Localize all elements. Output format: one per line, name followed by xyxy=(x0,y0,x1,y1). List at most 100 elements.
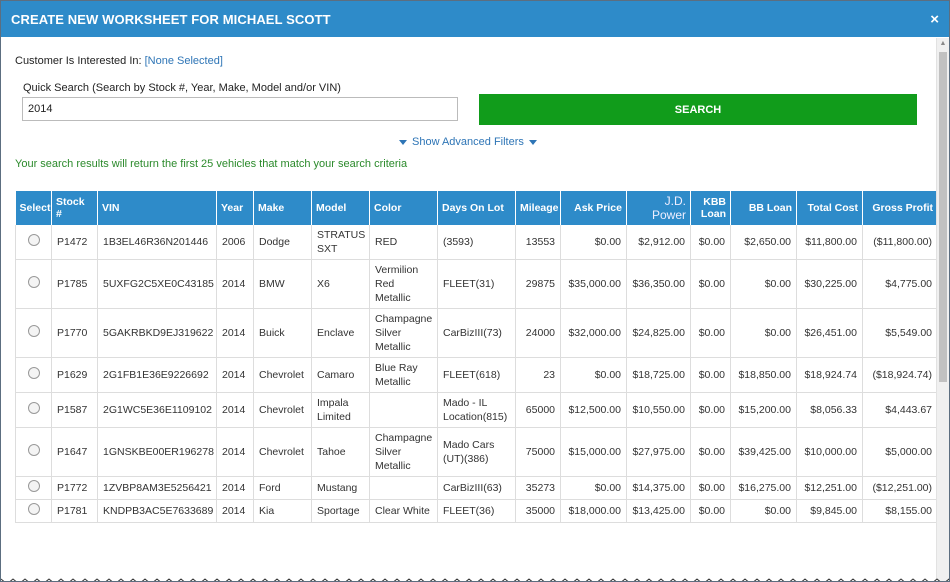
table-cell: $10,550.00 xyxy=(626,392,691,428)
table-cell: $2,912.00 xyxy=(626,225,691,260)
table-cell: (3593) xyxy=(437,225,516,260)
table-cell: $0.00 xyxy=(690,427,731,477)
select-radio[interactable] xyxy=(27,444,40,456)
select-cell xyxy=(15,476,52,500)
select-radio[interactable] xyxy=(27,503,40,515)
table-cell: Chevrolet xyxy=(253,392,312,428)
column-header-total-cost[interactable]: Total Cost xyxy=(796,191,863,225)
column-header-j-d-power[interactable]: J.D. Power xyxy=(626,191,691,225)
select-radio[interactable] xyxy=(27,325,40,337)
table-cell: FLEET(31) xyxy=(437,259,516,309)
table-cell: 75000 xyxy=(515,427,561,477)
column-header-days-on-lot[interactable]: Days On Lot xyxy=(437,191,516,225)
scroll-up-icon[interactable]: ▲ xyxy=(937,38,949,50)
table-cell: 5UXFG2C5XE0C43185 xyxy=(97,259,217,309)
table-cell: ($11,800.00) xyxy=(862,225,937,260)
column-header-ask-price[interactable]: Ask Price xyxy=(560,191,627,225)
table-cell: $16,275.00 xyxy=(730,476,797,500)
column-header-year[interactable]: Year xyxy=(216,191,254,225)
table-cell: P1772 xyxy=(51,476,98,500)
table-cell: Buick xyxy=(253,308,312,358)
column-header-vin[interactable]: VIN xyxy=(97,191,217,225)
table-cell: $8,155.00 xyxy=(862,499,937,523)
table-row[interactable]: P1770 5GAKRBKD9EJ319622 2014 Buick Enclave Ch… xyxy=(15,308,937,358)
table-row[interactable]: P1772 1ZVBP8AM3E5256421 2014 Ford Mustang Car… xyxy=(15,476,937,500)
table-cell: P1647 xyxy=(51,427,98,477)
table-cell: $14,375.00 xyxy=(626,476,691,500)
close-icon[interactable]: × xyxy=(930,12,939,27)
interest-label: Customer Is Interested In: xyxy=(15,55,145,67)
column-header-color[interactable]: Color xyxy=(369,191,438,225)
search-button[interactable]: SEARCH xyxy=(479,94,917,125)
table-cell: $0.00 xyxy=(690,357,731,393)
column-header-model[interactable]: Model xyxy=(311,191,370,225)
table-cell: $0.00 xyxy=(690,308,731,358)
table-row[interactable]: P1781 KNDPB3AC5E7633689 2014 Kia Sportage Cle… xyxy=(15,499,937,523)
vertical-scrollbar[interactable]: ▲ xyxy=(936,38,949,581)
table-row[interactable]: P1587 2G1WC5E36E1109102 2014 Chevrolet Impal… xyxy=(15,392,937,428)
table-cell: $13,425.00 xyxy=(626,499,691,523)
select-cell xyxy=(15,225,52,260)
customer-interest: Customer Is Interested In: [None Selecte… xyxy=(15,55,223,67)
select-radio[interactable] xyxy=(27,480,40,492)
table-cell: $0.00 xyxy=(730,308,797,358)
table-cell: Mustang xyxy=(311,476,370,500)
select-radio[interactable] xyxy=(27,234,40,246)
table-cell: $24,825.00 xyxy=(626,308,691,358)
table-cell: P1785 xyxy=(51,259,98,309)
table-row[interactable]: P1785 5UXFG2C5XE0C43185 2014 BMW X6 Vermilion… xyxy=(15,259,937,309)
column-header-kbb-loan[interactable]: KBB Loan xyxy=(690,191,731,225)
select-radio[interactable] xyxy=(27,276,40,288)
table-cell xyxy=(369,392,438,428)
table-cell: $10,000.00 xyxy=(796,427,863,477)
quick-search-label: Quick Search (Search by Stock #, Year, M… xyxy=(23,82,341,94)
table-row[interactable]: P1647 1GNSKBE00ER196278 2014 Chevrolet Tahoe… xyxy=(15,427,937,477)
table-cell: 2014 xyxy=(216,427,254,477)
table-cell: P1629 xyxy=(51,357,98,393)
table-cell: $15,000.00 xyxy=(560,427,627,477)
table-cell: CarBizIII(73) xyxy=(437,308,516,358)
table-cell: $18,725.00 xyxy=(626,357,691,393)
table-cell: 35273 xyxy=(515,476,561,500)
select-cell xyxy=(15,308,52,358)
table-row[interactable]: P1629 2G1FB1E36E9226692 2014 Chevrolet Camar… xyxy=(15,357,937,393)
table-cell: 2014 xyxy=(216,499,254,523)
column-header-bb-loan[interactable]: BB Loan xyxy=(730,191,797,225)
show-advanced-filters-link[interactable]: Show Advanced Filters xyxy=(399,136,537,148)
table-cell: $5,000.00 xyxy=(862,427,937,477)
column-header-gross-profit[interactable]: Gross Profit xyxy=(862,191,937,225)
table-cell: STRATUS SXT xyxy=(311,225,370,260)
table-header-row: Select Stock # VIN Year Make Model Color Days O… xyxy=(15,191,937,225)
column-header-make[interactable]: Make xyxy=(253,191,312,225)
select-radio[interactable] xyxy=(27,367,40,379)
table-cell: 2014 xyxy=(216,476,254,500)
table-cell xyxy=(369,476,438,500)
column-header-select[interactable]: Select xyxy=(15,191,52,225)
dialog-title: CREATE NEW WORKSHEET FOR MICHAEL SCOTT xyxy=(11,11,331,27)
table-cell: Mado - IL Location(815) xyxy=(437,392,516,428)
column-header-stock[interactable]: Stock # xyxy=(51,191,98,225)
table-cell: 5GAKRBKD9EJ319622 xyxy=(97,308,217,358)
interest-link[interactable]: [None Selected] xyxy=(145,55,223,67)
table-row[interactable]: P1472 1B3EL46R36N201446 2006 Dodge STRATUS S… xyxy=(15,225,937,260)
advanced-filters-label: Show Advanced Filters xyxy=(412,136,524,148)
select-radio[interactable] xyxy=(27,402,40,414)
table-cell: P1770 xyxy=(51,308,98,358)
dialog-content: Customer Is Interested In: [None Selecte… xyxy=(1,38,937,581)
table-cell: $12,500.00 xyxy=(560,392,627,428)
table-cell: 1ZVBP8AM3E5256421 xyxy=(97,476,217,500)
table-cell: 2014 xyxy=(216,259,254,309)
table-cell: ($18,924.74) xyxy=(862,357,937,393)
table-cell: $35,000.00 xyxy=(560,259,627,309)
table-cell: RED xyxy=(369,225,438,260)
quick-search-input[interactable] xyxy=(22,97,458,121)
select-cell xyxy=(15,357,52,393)
select-cell xyxy=(15,392,52,428)
table-cell: $18,850.00 xyxy=(730,357,797,393)
table-cell: Clear White xyxy=(369,499,438,523)
create-worksheet-dialog: CREATE NEW WORKSHEET FOR MICHAEL SCOTT ×… xyxy=(0,0,950,582)
caret-down-icon xyxy=(528,139,537,145)
scroll-thumb[interactable] xyxy=(939,52,947,382)
table-cell: Tahoe xyxy=(311,427,370,477)
column-header-mileage[interactable]: Mileage xyxy=(515,191,561,225)
